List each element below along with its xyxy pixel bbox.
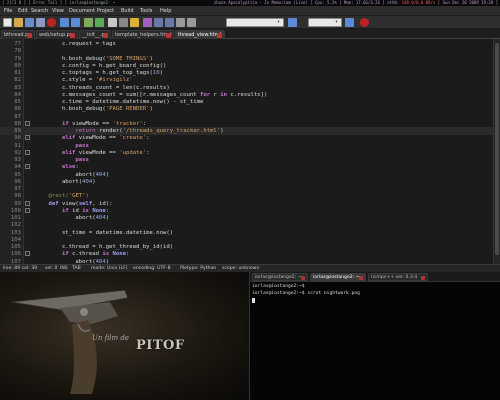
terminal-tab-2[interactable]: iorlas@iostange2: ~ bbox=[310, 273, 366, 281]
selection-count: sel: 0 bbox=[45, 266, 58, 271]
insert-mode: INS bbox=[60, 266, 68, 271]
menu-view[interactable]: View bbox=[52, 7, 64, 15]
tab-label: thread_view.html bbox=[178, 32, 221, 38]
tab-bthread[interactable]: bthread.py bbox=[1, 30, 35, 39]
fold-toggle-icon[interactable]: - bbox=[25, 135, 30, 141]
tab-init[interactable]: __init__.py bbox=[79, 30, 111, 39]
terminal-cursor bbox=[252, 298, 255, 303]
compile-icon[interactable] bbox=[108, 18, 117, 27]
run-icon[interactable] bbox=[130, 18, 139, 27]
fold-toggle-icon[interactable]: - bbox=[25, 200, 30, 206]
goto-icon[interactable] bbox=[345, 18, 354, 27]
network-rate: 100.0/0.0 KB/s bbox=[401, 0, 436, 5]
terminal-tab-label: iorlas@iostange2: ~ bbox=[255, 275, 302, 280]
indent-mode: TAB bbox=[72, 266, 81, 271]
close-icon[interactable] bbox=[301, 276, 305, 280]
terminal-tab-1[interactable]: iorlas@iostange2: ~ bbox=[252, 273, 308, 281]
chevron-down-icon[interactable]: ▾ bbox=[277, 20, 282, 25]
close-icon[interactable] bbox=[359, 276, 363, 280]
fold-toggle-icon[interactable]: - bbox=[25, 207, 30, 213]
terminal-tab-label: iorlas@iostange2: ~ bbox=[313, 275, 360, 280]
quit-icon[interactable] bbox=[360, 18, 369, 27]
close-icon[interactable] bbox=[421, 276, 425, 280]
editor-status-bar: line: 89 col: 39 sel: 0 INS TAB mode: Un… bbox=[0, 264, 500, 272]
goto-line-field[interactable]: ▾ bbox=[308, 18, 342, 27]
code-editor[interactable]: 77 c.request = tags 78 79 h.bosh_debug('SO… bbox=[0, 39, 493, 264]
fold-toggle-icon[interactable]: - bbox=[25, 149, 30, 155]
close-icon[interactable] bbox=[70, 33, 75, 38]
menu-file[interactable]: File bbox=[4, 7, 12, 15]
tab-thread-view[interactable]: thread_view.html bbox=[175, 30, 225, 39]
back-icon[interactable] bbox=[84, 18, 93, 27]
wallpaper-title: PITOF bbox=[136, 338, 185, 353]
tab-label: web/setup.py bbox=[39, 32, 73, 38]
cursor-position: line: 89 col: 39 bbox=[3, 266, 38, 271]
new-file-icon[interactable] bbox=[3, 18, 12, 27]
open-folder-icon[interactable] bbox=[14, 18, 23, 27]
editor-scrollbar[interactable] bbox=[493, 39, 500, 264]
close-icon[interactable] bbox=[166, 33, 171, 38]
forward-icon[interactable] bbox=[95, 18, 104, 27]
save-icon[interactable] bbox=[25, 18, 34, 27]
tab-web-setup[interactable]: web/setup.py bbox=[36, 30, 78, 39]
zoom-out-icon[interactable] bbox=[165, 18, 174, 27]
close-icon[interactable] bbox=[103, 33, 108, 38]
find-next-icon[interactable] bbox=[288, 18, 297, 27]
close-icon[interactable] bbox=[217, 33, 222, 38]
fold-toggle-icon[interactable]: - bbox=[25, 120, 30, 126]
close-file-icon[interactable] bbox=[47, 18, 56, 27]
undo-icon[interactable] bbox=[60, 18, 69, 27]
clock: [ Sun Dec 20 2009 19:28 ] bbox=[435, 0, 498, 5]
scope: scope: unknown bbox=[222, 266, 260, 271]
save-all-icon[interactable] bbox=[36, 18, 45, 27]
menu-edit[interactable]: Edit bbox=[18, 7, 28, 15]
desktop-wallpaper: Un film de PITOF bbox=[0, 272, 249, 400]
tab-template-helpers[interactable]: template_helpers.html bbox=[112, 30, 174, 39]
zoom-in-icon[interactable] bbox=[154, 18, 163, 27]
toolbar: ▾ ▾ bbox=[0, 16, 500, 29]
document-tabs: bthread.py web/setup.py __init__.py temp… bbox=[0, 29, 500, 39]
color-chooser-icon[interactable] bbox=[143, 18, 152, 27]
scrollbar-thumb[interactable] bbox=[495, 43, 499, 255]
chevron-down-icon[interactable]: ▾ bbox=[335, 20, 340, 25]
terminal-line: iorlas@iostange2:~$ bbox=[252, 284, 305, 289]
menubar: File Edit Search View Document Project B… bbox=[0, 6, 500, 16]
wallpaper-credit: Un film de bbox=[92, 334, 130, 342]
fold-toggle-icon[interactable]: - bbox=[25, 164, 30, 170]
menu-document[interactable]: Document bbox=[69, 7, 95, 15]
terminal-tab-3[interactable]: ncmpc++ ver. 0.3.4 bbox=[368, 273, 428, 281]
tab-label: template_helpers.html bbox=[115, 32, 172, 38]
menu-project[interactable]: Project bbox=[97, 7, 114, 15]
now-playing-and-cpu: zhuze Apocalyptica - In Memoriam (Live) … bbox=[213, 0, 402, 5]
build-icon[interactable] bbox=[119, 18, 128, 27]
redo-icon[interactable] bbox=[71, 18, 80, 27]
menu-help[interactable]: Help bbox=[160, 7, 171, 15]
terminal-tab-label: ncmpc++ ver. 0.3.4 bbox=[371, 275, 418, 280]
menu-tools[interactable]: Tools bbox=[140, 7, 152, 15]
close-icon[interactable] bbox=[27, 33, 32, 38]
search-field[interactable]: ▾ bbox=[226, 18, 284, 27]
unindent-icon[interactable] bbox=[187, 18, 196, 27]
terminal-line: iorlas@iostange2:~$ scrot nightwork.png bbox=[252, 291, 360, 296]
terminal-window[interactable]: iorlas@iostange2: ~ iorlas@iostange2: ~ … bbox=[249, 272, 500, 400]
fold-toggle-icon[interactable]: - bbox=[25, 251, 30, 257]
menu-build[interactable]: Build bbox=[121, 7, 134, 15]
terminal-tabs: iorlas@iostange2: ~ iorlas@iostange2: ~ … bbox=[250, 272, 500, 282]
indent-icon[interactable] bbox=[176, 18, 185, 27]
menu-search[interactable]: Search bbox=[31, 7, 48, 15]
encoding: encoding: UTF-8 bbox=[133, 266, 171, 271]
filetype: filetype: Python bbox=[180, 266, 217, 271]
line-ending-mode: mode: Unix (LF) bbox=[91, 266, 128, 271]
